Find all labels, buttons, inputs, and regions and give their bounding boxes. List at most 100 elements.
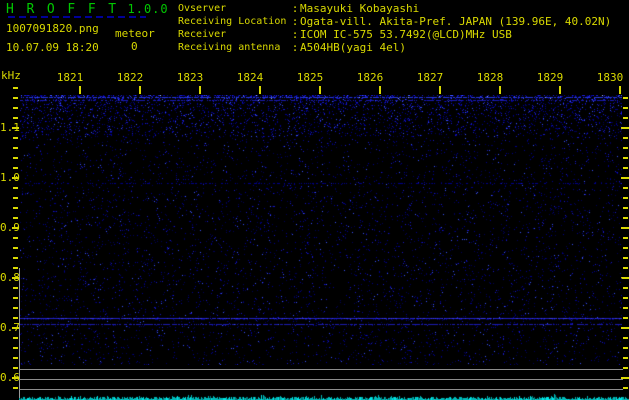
time-tick	[619, 86, 621, 94]
freq-tick	[623, 357, 628, 359]
freq-tick	[12, 277, 19, 279]
freq-tick	[13, 247, 18, 249]
freq-tick	[623, 97, 628, 99]
meteor-count: 0	[131, 40, 138, 53]
info-value: A504HB(yagi 4el)	[300, 41, 406, 54]
freq-tick	[623, 337, 628, 339]
freq-axis-unit: kHz	[1, 69, 21, 82]
freq-tick	[13, 297, 18, 299]
freq-tick	[13, 117, 18, 119]
freq-tick	[623, 207, 628, 209]
time-label: 1826	[356, 71, 384, 84]
freq-tick	[13, 387, 18, 389]
freq-tick	[13, 137, 18, 139]
freq-tick	[13, 167, 18, 169]
freq-tick	[13, 217, 18, 219]
time-tick	[79, 86, 81, 94]
info-value: ICOM IC-575 53.7492(@LCD)MHz USB	[300, 28, 512, 41]
info-label: Ovserver	[178, 3, 227, 14]
level-gridline	[19, 379, 623, 380]
info-value: Masayuki Kobayashi	[300, 2, 420, 15]
freq-tick	[623, 137, 628, 139]
freq-tick	[623, 297, 628, 299]
freq-tick	[621, 127, 629, 129]
station-info: Ovserver: Masayuki Kobayashi Receiving Loc…	[178, 2, 611, 54]
info-colon: :	[291, 15, 299, 28]
freq-tick	[623, 257, 628, 259]
info-row: Ovserver: Masayuki Kobayashi	[178, 2, 611, 15]
time-label: 1824	[236, 71, 264, 84]
freq-tick	[13, 267, 18, 269]
time-tick	[319, 86, 321, 94]
freq-tick	[621, 177, 629, 179]
freq-tick	[621, 327, 629, 329]
freq-tick	[13, 337, 18, 339]
freq-tick	[12, 227, 19, 229]
time-label: 1829	[536, 71, 564, 84]
freq-tick	[623, 157, 628, 159]
freq-tick	[623, 387, 628, 389]
freq-tick	[13, 207, 18, 209]
info-value: Ogata-vill. Akita-Pref. JAPAN (139.96E, …	[300, 15, 612, 28]
info-label: Receiving Location	[178, 16, 287, 27]
mode-label: meteor	[115, 27, 155, 40]
info-row: Receiving antenna: A504HB(yagi 4el)	[178, 41, 611, 54]
freq-tick	[12, 177, 19, 179]
freq-tick	[13, 157, 18, 159]
time-label: 1830	[596, 71, 624, 84]
freq-tick	[13, 87, 18, 89]
level-gridline	[19, 369, 623, 370]
freq-tick	[12, 377, 19, 379]
freq-tick	[623, 167, 628, 169]
app-title: H R O F F T	[6, 2, 119, 17]
freq-tick	[13, 317, 18, 319]
freq-tick	[12, 327, 19, 329]
hrofft-screen: H R O F F T 1.0.0 1007091820.png meteor 1…	[0, 0, 629, 400]
freq-tick	[13, 197, 18, 199]
freq-tick	[621, 277, 629, 279]
observation-datetime: 10.07.09 18:20	[6, 41, 99, 54]
freq-tick	[623, 197, 628, 199]
level-plot-canvas	[19, 390, 629, 400]
output-filename: 1007091820.png	[6, 22, 99, 35]
info-row: Receiving Location: Ogata-vill. Akita-Pre…	[178, 15, 611, 28]
time-label: 1827	[416, 71, 444, 84]
time-tick	[439, 86, 441, 94]
info-label: Receiving antenna	[178, 42, 281, 53]
freq-tick	[623, 307, 628, 309]
spectrogram-canvas	[20, 95, 622, 365]
title-row: H R O F F T 1.0.0	[6, 2, 169, 17]
info-label: Receiver	[178, 29, 227, 40]
freq-tick	[13, 287, 18, 289]
time-label: 1822	[116, 71, 144, 84]
info-colon: :	[291, 28, 299, 41]
freq-tick	[623, 347, 628, 349]
freq-tick	[13, 147, 18, 149]
freq-tick	[13, 357, 18, 359]
time-label: 1828	[476, 71, 504, 84]
freq-tick	[623, 117, 628, 119]
freq-tick	[13, 367, 18, 369]
freq-tick	[623, 147, 628, 149]
time-tick	[499, 86, 501, 94]
freq-tick	[621, 227, 629, 229]
info-colon: :	[291, 41, 299, 54]
time-tick	[199, 86, 201, 94]
freq-tick	[623, 237, 628, 239]
freq-tick	[13, 107, 18, 109]
time-label: 1821	[56, 71, 84, 84]
freq-tick	[623, 267, 628, 269]
info-row: Receiver: ICOM IC-575 53.7492(@LCD)MHz US…	[178, 28, 611, 41]
freq-tick	[13, 307, 18, 309]
freq-tick	[13, 97, 18, 99]
freq-tick	[13, 347, 18, 349]
freq-tick	[623, 317, 628, 319]
time-tick	[379, 86, 381, 94]
freq-tick	[623, 367, 628, 369]
time-tick	[259, 86, 261, 94]
freq-tick	[623, 247, 628, 249]
info-colon: :	[291, 2, 299, 15]
title-underline	[8, 16, 146, 18]
time-label: 1825	[296, 71, 324, 84]
freq-tick	[623, 217, 628, 219]
